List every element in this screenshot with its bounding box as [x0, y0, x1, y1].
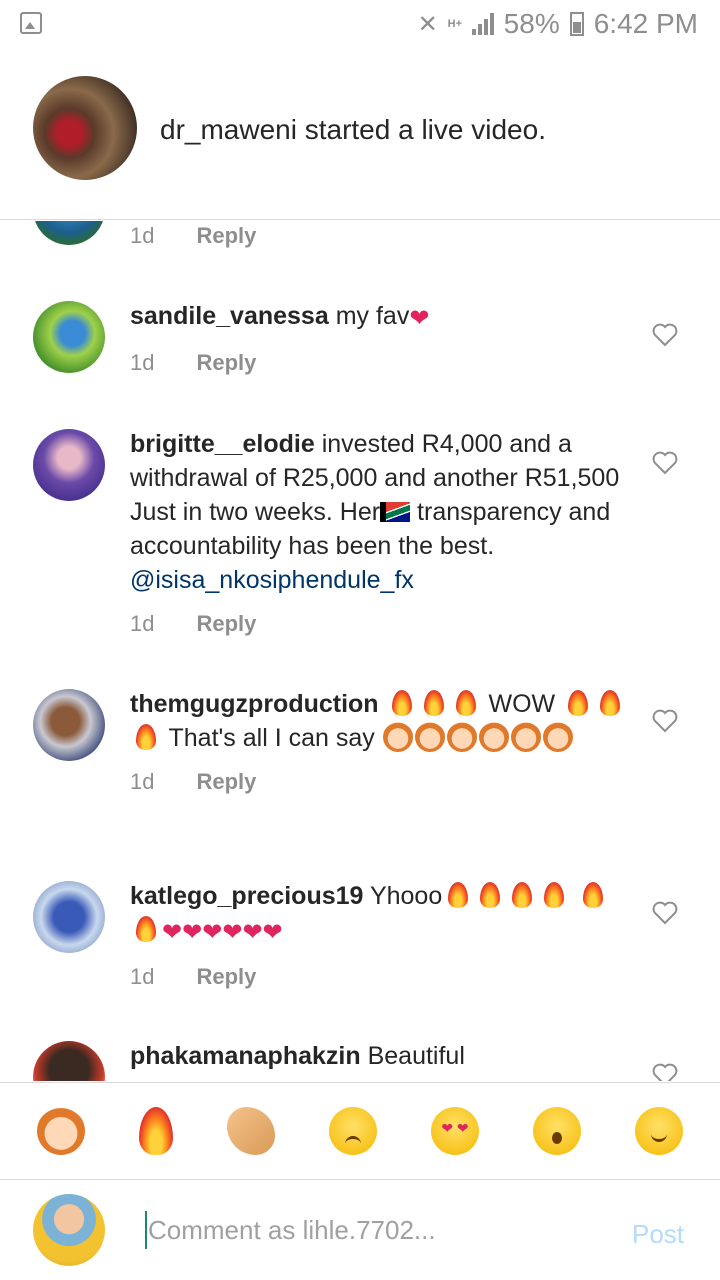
south-africa-flag-emoji	[380, 502, 411, 522]
reply-button[interactable]: Reply	[196, 765, 256, 799]
username[interactable]: themgugzproduction	[130, 690, 379, 718]
text-cursor	[145, 1211, 147, 1249]
comment-list[interactable]: 1d Reply sandile_vanessa my fav❤ 1d Repl…	[0, 221, 720, 1081]
surprised-face-icon[interactable]	[533, 1107, 581, 1155]
comment-text: Beautiful	[367, 1042, 465, 1070]
quick-emoji-bar: ❤ ❤	[0, 1082, 720, 1180]
fire-emoji	[600, 690, 621, 716]
tears-of-joy-face-icon[interactable]	[635, 1107, 683, 1155]
comment-time: 1d	[130, 350, 155, 375]
fire-emoji	[512, 882, 533, 908]
signal-icon	[471, 13, 494, 35]
like-heart-icon[interactable]	[652, 901, 678, 925]
comment-text-continued: That's all I can say	[168, 724, 375, 752]
like-heart-icon[interactable]	[652, 1063, 678, 1081]
avatar	[33, 1194, 105, 1266]
network-type: H+	[447, 18, 463, 30]
reply-button[interactable]: Reply	[196, 346, 256, 380]
live-video-notification[interactable]: dr_maweni started a live video.	[0, 48, 720, 220]
reply-button[interactable]: Reply	[196, 607, 256, 641]
comment-partial: 1d Reply	[0, 221, 720, 251]
mention-link[interactable]: @isisa_nkosiphendule_fx	[130, 566, 414, 594]
crying-face-icon[interactable]	[329, 1107, 377, 1155]
username[interactable]: brigitte__elodie	[130, 430, 315, 458]
fire-icon[interactable]	[139, 1107, 173, 1155]
fire-emoji	[583, 882, 604, 908]
fire-emoji	[391, 690, 412, 716]
avatar[interactable]	[33, 429, 105, 501]
like-heart-icon[interactable]	[652, 323, 678, 347]
avatar[interactable]	[33, 881, 105, 953]
raising-hands-emoji	[478, 722, 509, 752]
fire-emoji	[480, 882, 501, 908]
clock: 6:42 PM	[593, 8, 698, 39]
clapping-hands-icon[interactable]	[227, 1107, 275, 1155]
avatar[interactable]	[33, 221, 105, 245]
reply-button[interactable]: Reply	[196, 960, 256, 994]
reply-button[interactable]: Reply	[196, 223, 256, 249]
avatar	[33, 76, 137, 180]
comment-time: 1d	[130, 769, 155, 794]
raising-hands-emoji	[446, 722, 477, 752]
post-button[interactable]: Post	[632, 1219, 684, 1250]
comment-text: Yhooo	[369, 882, 443, 910]
username[interactable]: katlego_precious19	[130, 882, 363, 910]
avatar[interactable]	[33, 689, 105, 761]
comment-time: 1d	[130, 611, 155, 636]
battery-percent: 58%	[503, 8, 560, 39]
fire-emoji	[136, 916, 156, 942]
comment-text: WOW	[488, 690, 556, 718]
fire-emoji	[455, 690, 476, 716]
fire-emoji	[423, 690, 444, 716]
comment-input[interactable]	[148, 1209, 588, 1251]
fire-emoji	[544, 882, 565, 908]
username[interactable]: sandile_vanessa	[130, 302, 329, 330]
fire-emoji	[448, 882, 469, 908]
raising-hands-emoji	[382, 722, 413, 752]
notification-text: dr_maweni started a live video.	[160, 114, 546, 145]
raising-hands-emoji	[414, 722, 445, 752]
comment-composer: Post	[0, 1181, 720, 1280]
comment-time: 1d	[130, 223, 155, 248]
comment-text: my fav	[335, 302, 410, 330]
raising-hands-emoji	[542, 722, 573, 752]
fire-emoji	[136, 724, 156, 750]
comment-time: 1d	[130, 964, 155, 989]
heart-emoji: ❤❤❤❤❤❤	[162, 919, 283, 946]
username[interactable]: phakamanaphakzin	[130, 1042, 361, 1070]
raising-hands-emoji	[510, 722, 541, 752]
raising-hands-icon[interactable]	[37, 1107, 85, 1155]
like-heart-icon[interactable]	[652, 451, 678, 475]
heart-emoji: ❤	[409, 305, 430, 332]
status-bar: ✕ H+ 58% 6:42 PM	[0, 0, 720, 48]
like-heart-icon[interactable]	[652, 709, 678, 733]
battery-icon	[569, 12, 584, 36]
fire-emoji	[568, 690, 589, 716]
mute-icon: ✕	[417, 10, 438, 38]
avatar[interactable]	[33, 1041, 105, 1081]
gallery-notification-icon	[20, 12, 42, 34]
avatar[interactable]	[33, 301, 105, 373]
heart-eyes-face-icon[interactable]: ❤ ❤	[431, 1107, 479, 1155]
